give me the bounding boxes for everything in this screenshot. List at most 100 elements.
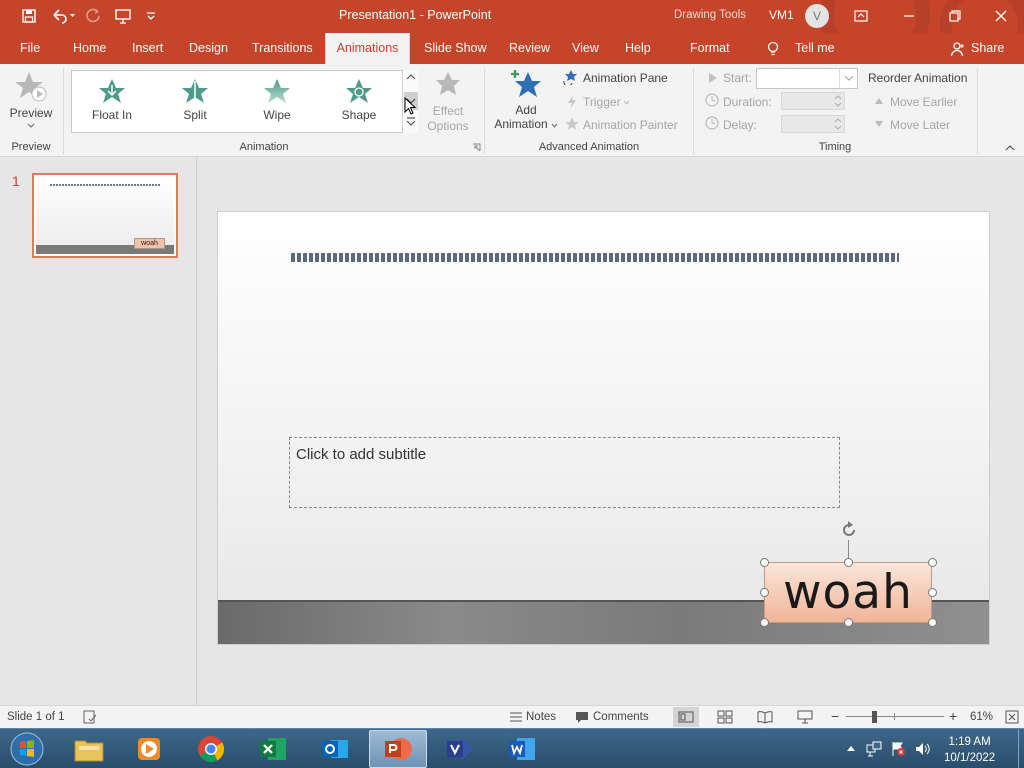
gallery-scroll-up-button[interactable] [405,72,417,82]
start-dropdown[interactable] [756,68,858,89]
fit-slide-button[interactable] [1005,710,1019,724]
taskbar-excel[interactable] [244,730,302,768]
zoom-out-button[interactable]: − [831,708,839,724]
slide-show-button[interactable] [797,710,813,724]
resize-handle-bottom-left[interactable] [760,618,769,627]
preview-button[interactable]: Preview [4,68,58,136]
zoom-level[interactable]: 61% [970,711,993,723]
taskbar-media-player[interactable] [120,730,178,768]
resize-handle-top[interactable] [844,558,853,567]
tab-transitions[interactable]: Transitions [250,33,315,64]
start-from-beginning-button[interactable] [112,6,134,26]
undo-button[interactable] [49,6,77,26]
file-explorer-icon [74,740,104,762]
minimize-button[interactable] [886,0,932,31]
move-later-button[interactable]: Move Later [890,118,950,132]
taskbar-file-explorer[interactable] [60,730,118,768]
resize-handle-right[interactable] [928,588,937,597]
triangle-down-icon [874,120,884,128]
resize-handle-bottom-right[interactable] [928,618,937,627]
animation-wipe[interactable]: Wipe [242,77,312,122]
notes-button[interactable]: Notes [526,711,556,723]
delay-spinner[interactable] [781,115,845,133]
close-button[interactable] [978,0,1024,31]
restore-button[interactable] [932,0,978,31]
fit-to-window-icon [1005,710,1019,724]
share-person-icon [950,41,966,57]
save-button[interactable] [18,6,40,26]
network-icon[interactable] [866,741,882,757]
resize-handle-top-right[interactable] [928,558,937,567]
effect-options-star-icon [436,72,460,95]
duration-spinner[interactable] [781,92,845,110]
system-clock[interactable]: 1:19 AM 10/1/2022 [944,734,995,766]
animation-pane-button[interactable]: Animation Pane [583,71,668,85]
volume-icon[interactable] [914,741,930,757]
word-icon [509,738,535,760]
tab-design[interactable]: Design [187,33,230,64]
show-desktop-button[interactable] [1018,729,1024,768]
animation-shape[interactable]: Shape [324,77,394,122]
chevron-down-icon [623,100,630,105]
ribbon: Preview Preview Float In Split Wipe Shap… [0,64,1024,157]
collapse-ribbon-button[interactable] [1004,144,1016,152]
windows-taskbar: 1:19 AM 10/1/2022 [0,728,1024,768]
tab-slide-show[interactable]: Slide Show [422,33,489,64]
tab-file[interactable]: File [18,33,42,64]
gallery-more-button[interactable] [405,116,417,128]
start-play-icon [708,72,718,84]
taskbar-powerpoint[interactable] [369,730,427,768]
show-hidden-icons-button[interactable] [846,744,856,752]
tab-format[interactable]: Format [688,33,732,64]
move-earlier-button[interactable]: Move Earlier [890,95,957,109]
normal-view-button[interactable] [673,707,699,727]
tell-me-search[interactable]: Tell me [793,33,837,64]
undo-icon [53,9,75,24]
resize-handle-left[interactable] [760,588,769,597]
add-animation-button[interactable]: Add Animation [492,68,560,138]
taskbar-visio[interactable] [431,730,489,768]
animation-painter-button[interactable]: Animation Painter [583,118,678,132]
animation-float-in[interactable]: Float In [77,77,147,122]
taskbar-word[interactable] [493,730,551,768]
share-button[interactable]: Share [969,33,1006,64]
redo-button[interactable] [83,6,105,26]
tab-review[interactable]: Review [507,33,552,64]
trigger-button[interactable]: Trigger [583,95,621,109]
zoom-slider-track[interactable] [846,716,944,717]
slide-count[interactable]: Slide 1 of 1 [7,711,65,723]
tab-help[interactable]: Help [623,33,653,64]
start-button[interactable] [0,730,54,768]
tab-insert[interactable]: Insert [130,33,165,64]
tab-home[interactable]: Home [71,33,108,64]
action-center-flag-icon[interactable] [890,741,906,757]
taskbar-outlook[interactable] [306,730,364,768]
zoom-in-button[interactable]: + [949,708,957,724]
user-name[interactable]: VM1 [769,8,794,22]
preview-label: Preview [9,106,53,120]
comments-button[interactable]: Comments [593,711,649,723]
chevron-down-icon [551,123,558,128]
effect-options-button[interactable]: Effect Options [422,70,474,138]
animation-split[interactable]: Split [160,77,230,122]
slide-sorter-button[interactable] [717,710,733,724]
windows-start-icon [10,732,44,766]
customize-qat-button[interactable] [140,6,162,26]
title-placeholder[interactable] [291,253,899,262]
rotate-handle[interactable] [839,520,859,540]
woah-text-box[interactable]: woah [764,562,932,623]
ribbon-display-options-button[interactable] [838,0,884,31]
subtitle-placeholder[interactable]: Click to add subtitle [289,437,840,508]
minimize-icon [904,14,914,17]
spelling-check-icon[interactable] [83,710,97,724]
dialog-launcher-icon[interactable] [472,143,481,152]
resize-handle-bottom[interactable] [844,618,853,627]
zoom-slider-thumb[interactable] [871,711,877,723]
slide-thumbnail[interactable]: woah [32,173,178,258]
tab-animations[interactable]: Animations [325,33,410,64]
reading-view-button[interactable] [757,710,773,724]
avatar[interactable]: V [805,4,829,28]
tab-view[interactable]: View [570,33,601,64]
resize-handle-top-left[interactable] [760,558,769,567]
taskbar-chrome[interactable] [182,730,240,768]
